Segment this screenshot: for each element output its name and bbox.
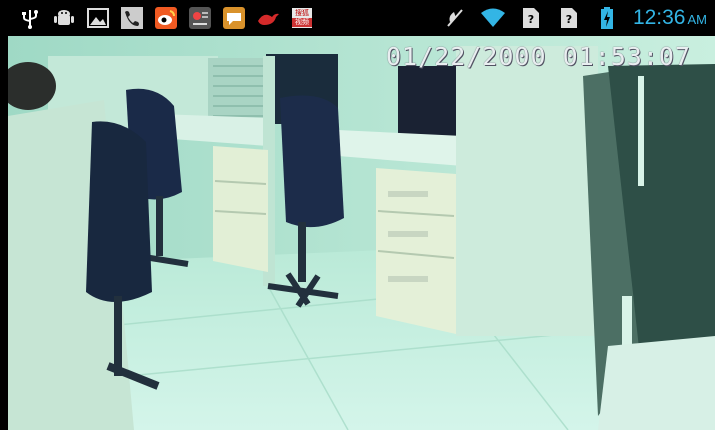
device-screen: 搜狐 视频 ? ? 12:36 AM 01/22/2000 01:53:07 <box>0 0 715 430</box>
weibo-icon <box>154 7 178 29</box>
system-icons: ? ? 12:36 AM <box>443 0 715 36</box>
clock-ampm: AM <box>687 12 708 27</box>
cn-badge-top: 搜狐 <box>295 9 309 17</box>
no-sim-icon: ? <box>557 7 581 29</box>
wifi-icon <box>480 7 505 29</box>
office-scene <box>8 36 715 430</box>
gallery-icon <box>86 7 110 29</box>
usb-icon <box>18 7 42 29</box>
bird-icon <box>256 7 280 29</box>
cn-news-icon: 搜狐 视频 <box>290 7 314 29</box>
svg-text:?: ? <box>566 13 572 26</box>
video-timestamp: 01/22/2000 01:53:07 <box>386 42 691 71</box>
notification-icons: 搜狐 视频 <box>0 7 314 29</box>
mute-icon <box>443 7 467 29</box>
svg-text:?: ? <box>528 13 534 26</box>
clock[interactable]: 12:36 AM <box>633 6 707 30</box>
android-debug-icon <box>52 7 76 29</box>
phone-icon <box>120 7 144 29</box>
cn-badge-bottom: 视频 <box>292 18 312 27</box>
battery-charging-icon <box>595 7 619 29</box>
chat-icon <box>222 7 246 29</box>
no-sim-icon: ? <box>519 7 543 29</box>
camera-video-feed[interactable]: 01/22/2000 01:53:07 <box>8 36 715 430</box>
clock-time: 12:36 <box>632 6 686 29</box>
status-bar[interactable]: 搜狐 视频 ? ? 12:36 AM <box>0 0 715 36</box>
app-icon <box>188 7 212 29</box>
